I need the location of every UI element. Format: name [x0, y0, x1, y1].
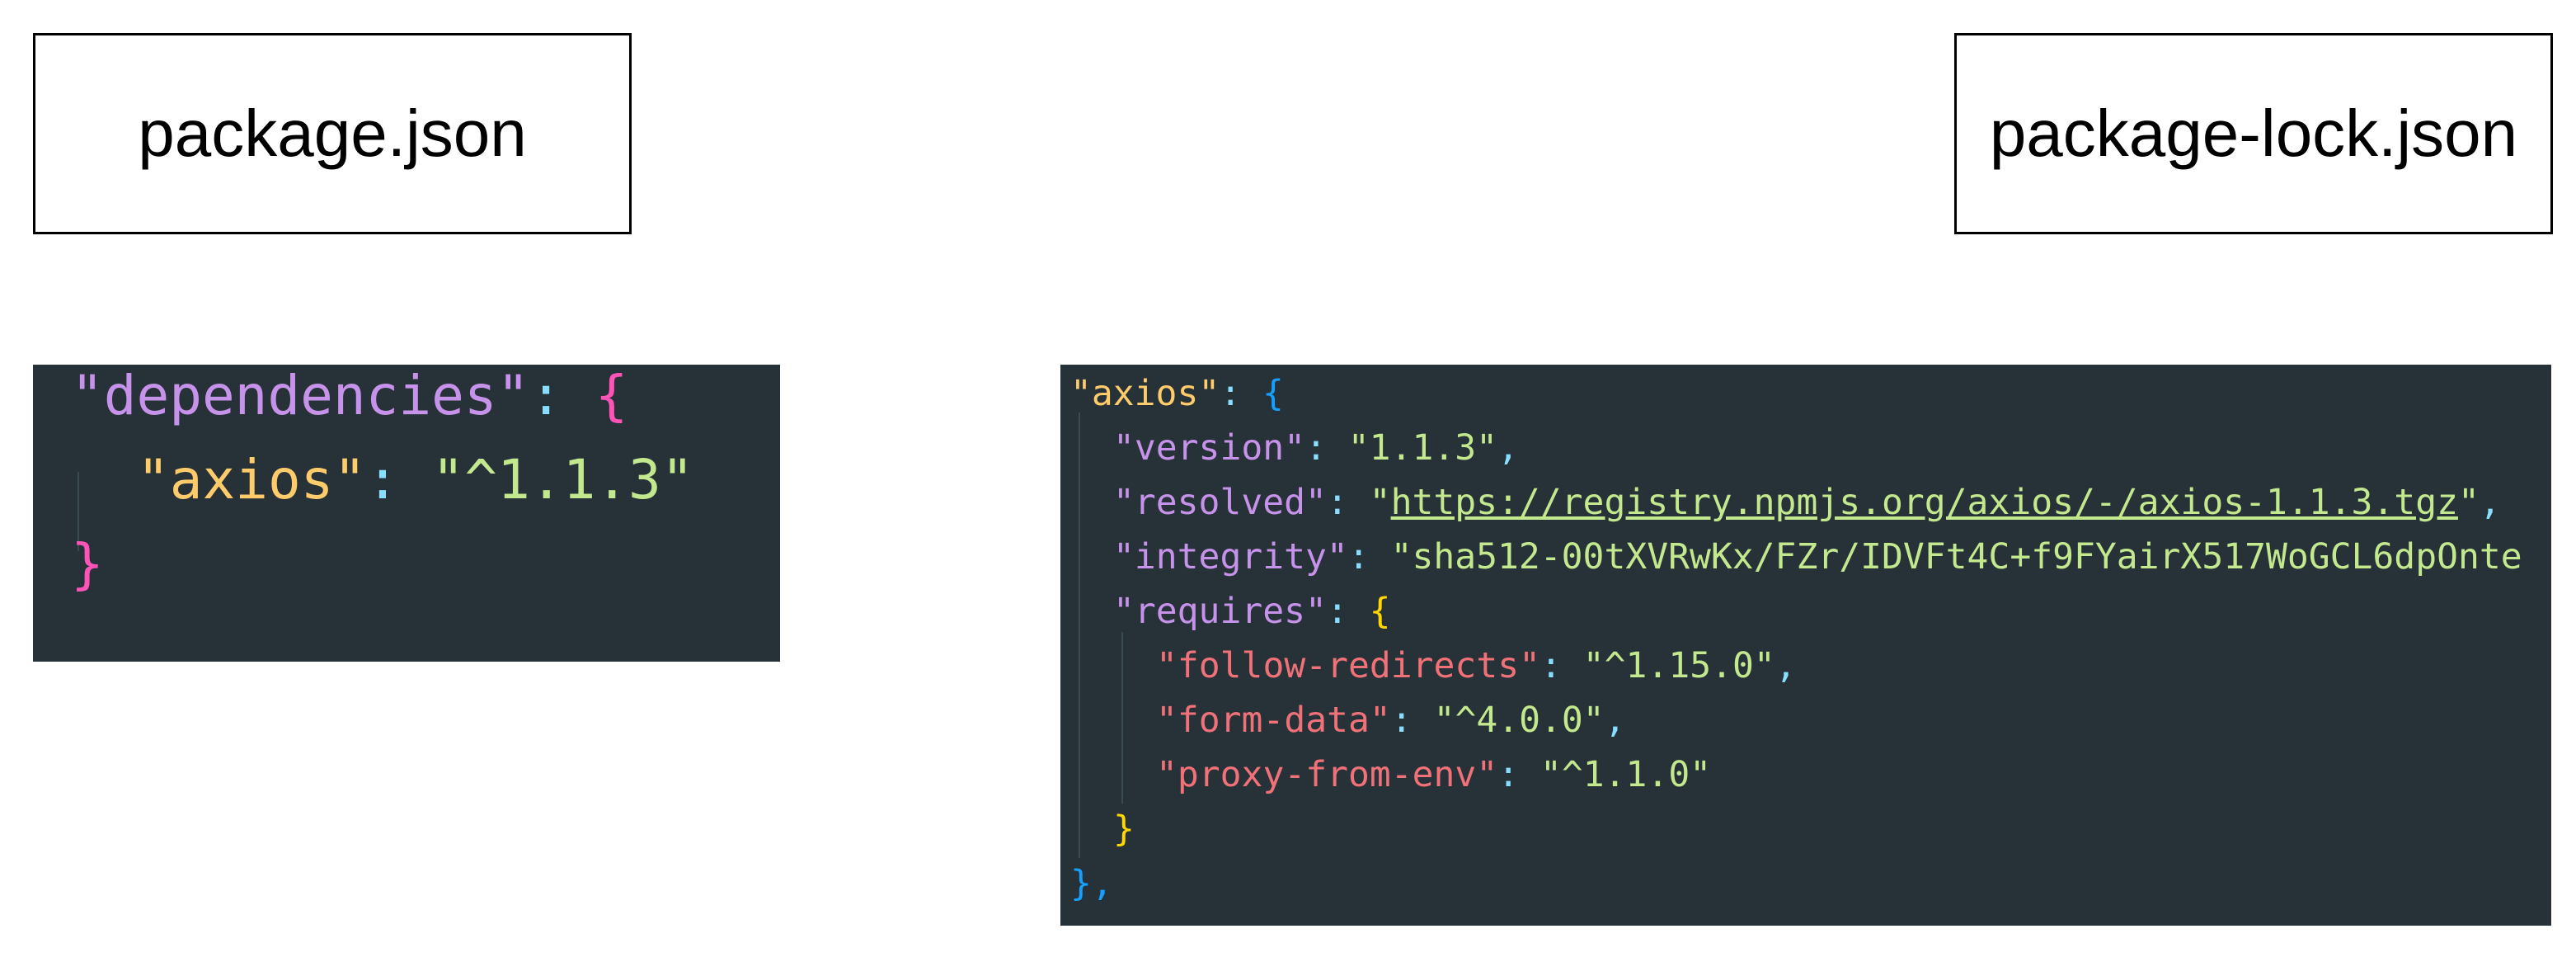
resolved-quote-close: "	[2457, 482, 2480, 523]
code-line-proxy-from-env: "proxy-from-env": "^1.1.0"	[1156, 747, 1711, 802]
proxy-from-env-value: "^1.1.0"	[1540, 754, 1712, 795]
package-lock-json-label: package-lock.json	[1954, 33, 2553, 234]
code-line-resolved: "resolved": "https://registry.npmjs.org/…	[1113, 475, 2501, 530]
open-brace: {	[595, 365, 628, 427]
resolved-url-link[interactable]: https://registry.npmjs.org/axios/-/axios…	[1391, 482, 2458, 523]
colon: :	[1305, 427, 1348, 469]
package-lock-json-label-text: package-lock.json	[1989, 97, 2518, 170]
requires-key: "requires"	[1113, 591, 1327, 632]
axios-key: "axios"	[137, 448, 367, 512]
close-brace: }	[71, 532, 104, 596]
version-key: "version"	[1113, 427, 1305, 469]
colon: :	[366, 448, 432, 512]
code-line-form-data: "form-data": "^4.0.0",	[1156, 693, 1626, 747]
follow-redirects-key: "follow-redirects"	[1156, 645, 1540, 686]
comma: ,	[2479, 482, 2501, 523]
colon: :	[1326, 482, 1370, 523]
version-value: "1.1.3"	[1347, 427, 1497, 469]
form-data-value: "^4.0.0"	[1433, 700, 1605, 741]
code-line-close: }	[71, 521, 104, 607]
comma: ,	[1775, 645, 1797, 686]
open-brace: {	[1369, 591, 1391, 632]
axios-version-value: "^1.1.3"	[431, 448, 694, 512]
code-line-requires: "requires": {	[1113, 584, 1391, 639]
package-json-label-text: package.json	[138, 97, 527, 170]
close-brace-comma: },	[1070, 863, 1113, 904]
open-brace: {	[1262, 373, 1284, 414]
colon: :	[1390, 700, 1434, 741]
integrity-value: "sha512-00tXVRwKx/FZr/IDVFt4C+f9FYairX51…	[1390, 536, 2522, 578]
code-line-axios-close: },	[1070, 856, 1113, 911]
package-json-code-snippet: "dependencies": { "axios": "^1.1.3" }	[33, 365, 780, 662]
package-json-label: package.json	[33, 33, 632, 234]
colon: :	[1497, 754, 1540, 795]
dependencies-key: "dependencies"	[71, 365, 530, 427]
colon: :	[529, 365, 595, 427]
code-line-axios: "axios": {	[1070, 366, 1284, 421]
code-line-requires-close: }	[1113, 802, 1135, 856]
proxy-from-env-key: "proxy-from-env"	[1156, 754, 1498, 795]
axios-key: "axios"	[1070, 373, 1220, 414]
colon: :	[1347, 536, 1391, 578]
colon: :	[1540, 645, 1583, 686]
comma: ,	[1497, 427, 1519, 469]
indent-guide	[1121, 632, 1123, 804]
code-line-axios: "axios": "^1.1.3"	[137, 437, 694, 523]
follow-redirects-value: "^1.15.0"	[1582, 645, 1775, 686]
package-lock-json-code-snippet: "axios": { "version": "1.1.3", "resolved…	[1060, 365, 2551, 926]
indent-guide	[1079, 412, 1080, 858]
code-line-version: "version": "1.1.3",	[1113, 421, 1519, 475]
close-brace: }	[1113, 808, 1135, 850]
code-line-dependencies: "dependencies": {	[71, 365, 628, 439]
resolved-quote-open: "	[1369, 482, 1391, 523]
colon: :	[1220, 373, 1262, 414]
code-line-integrity: "integrity": "sha512-00tXVRwKx/FZr/IDVFt…	[1113, 530, 2522, 584]
form-data-key: "form-data"	[1156, 700, 1391, 741]
code-line-follow-redirects: "follow-redirects": "^1.15.0",	[1156, 639, 1797, 693]
integrity-key: "integrity"	[1113, 536, 1348, 578]
comma: ,	[1604, 700, 1626, 741]
resolved-key: "resolved"	[1113, 482, 1327, 523]
colon: :	[1326, 591, 1370, 632]
